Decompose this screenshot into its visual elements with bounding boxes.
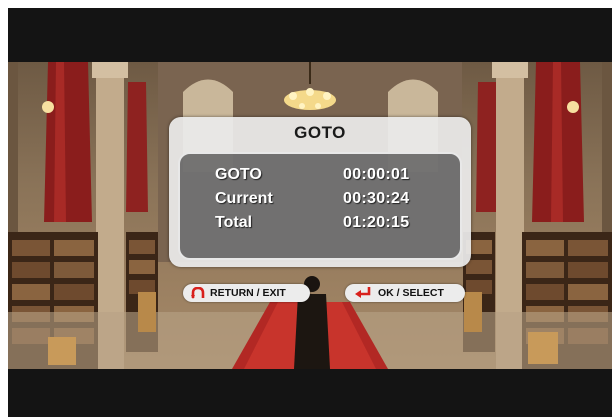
letterbox-top <box>8 8 612 62</box>
dialog-title: GOTO <box>294 123 346 142</box>
ok-select-label: OK / SELECT <box>378 287 444 299</box>
return-exit-label: RETURN / EXIT <box>210 287 286 299</box>
enter-arrow-icon <box>355 287 371 298</box>
goto-time-row[interactable]: GOTO 00:00:01 <box>180 166 464 188</box>
return-arrow-icon <box>191 287 205 299</box>
goto-time-value[interactable]: 00:00:01 <box>343 166 409 184</box>
current-time-row: Current 00:30:24 <box>180 190 464 212</box>
tv-screen: GOTO GOTO 00:00:01 Current 00:30:24 Tota… <box>8 8 612 417</box>
goto-time-label: GOTO <box>215 166 262 183</box>
time-info-panel: GOTO 00:00:01 Current 00:30:24 Total 01:… <box>178 152 462 260</box>
total-time-row: Total 01:20:15 <box>180 214 464 236</box>
current-time-value: 00:30:24 <box>343 190 410 207</box>
total-time-value: 01:20:15 <box>343 214 410 231</box>
return-exit-hint[interactable]: RETURN / EXIT <box>183 284 310 302</box>
ok-select-hint[interactable]: OK / SELECT <box>345 284 465 302</box>
current-time-label: Current <box>215 190 273 207</box>
goto-dialog: GOTO GOTO 00:00:01 Current 00:30:24 Tota… <box>169 117 471 267</box>
letterbox-bottom <box>8 369 612 417</box>
total-time-label: Total <box>215 214 253 231</box>
